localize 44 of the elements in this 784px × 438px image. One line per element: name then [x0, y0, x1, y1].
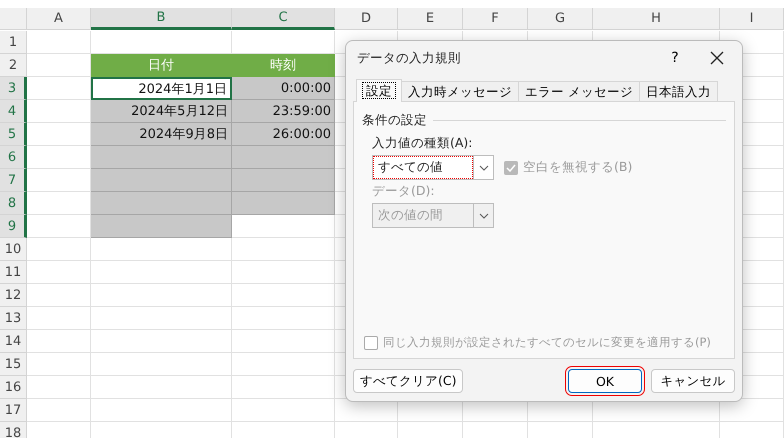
row-header[interactable]: 12: [0, 284, 27, 307]
table-cell[interactable]: 26:00:00: [232, 123, 335, 146]
row-header[interactable]: 11: [0, 261, 27, 284]
row-header[interactable]: 5: [0, 123, 27, 146]
table-cell[interactable]: 2024年5月12日: [91, 100, 232, 123]
allow-dropdown[interactable]: すべての値: [372, 155, 494, 180]
column-header[interactable]: H: [593, 8, 720, 30]
row-header[interactable]: 15: [0, 353, 27, 376]
row-header[interactable]: 13: [0, 307, 27, 330]
table-cell[interactable]: 2024年9月8日: [91, 123, 232, 146]
field-label: 入力値の種類(A):: [372, 135, 474, 152]
tab[interactable]: 設定: [356, 79, 402, 102]
field-label: データ(D):: [372, 183, 436, 200]
column-header[interactable]: F: [463, 8, 528, 30]
row-header[interactable]: 2: [0, 54, 27, 77]
table-cell[interactable]: 23:59:00: [232, 100, 335, 123]
row-header[interactable]: 14: [0, 330, 27, 353]
column-header[interactable]: C: [232, 8, 335, 30]
table-cell[interactable]: 0:00:00: [232, 77, 335, 100]
cancel-button[interactable]: キャンセル: [651, 369, 735, 393]
column-header[interactable]: G: [528, 8, 593, 30]
row-header[interactable]: 9: [0, 215, 27, 238]
column-header[interactable]: I: [720, 8, 784, 30]
column-header[interactable]: A: [27, 8, 91, 30]
column-header[interactable]: E: [398, 8, 463, 30]
row-header[interactable]: 1: [0, 31, 27, 54]
column-header[interactable]: B: [91, 8, 232, 30]
ok-button[interactable]: OK: [568, 369, 642, 393]
row-header[interactable]: 4: [0, 100, 27, 123]
tab[interactable]: 日本語入力: [638, 81, 718, 102]
row-header[interactable]: 10: [0, 238, 27, 261]
row-header[interactable]: 16: [0, 376, 27, 399]
window-title: データの入力規則: [356, 50, 462, 66]
row-header[interactable]: 17: [0, 399, 27, 422]
row-header[interactable]: 7: [0, 169, 27, 192]
row-header[interactable]: 18: [0, 422, 27, 438]
table-cell[interactable]: 2024年1月1日: [91, 77, 232, 100]
section-title: 条件の設定: [362, 112, 427, 129]
row-header[interactable]: 6: [0, 146, 27, 169]
row-header[interactable]: 8: [0, 192, 27, 215]
clear-all-button[interactable]: すべてクリア(C): [353, 369, 464, 393]
help-button[interactable]: ?: [657, 44, 693, 72]
column-header[interactable]: D: [335, 8, 398, 30]
row-header[interactable]: 3: [0, 77, 27, 100]
